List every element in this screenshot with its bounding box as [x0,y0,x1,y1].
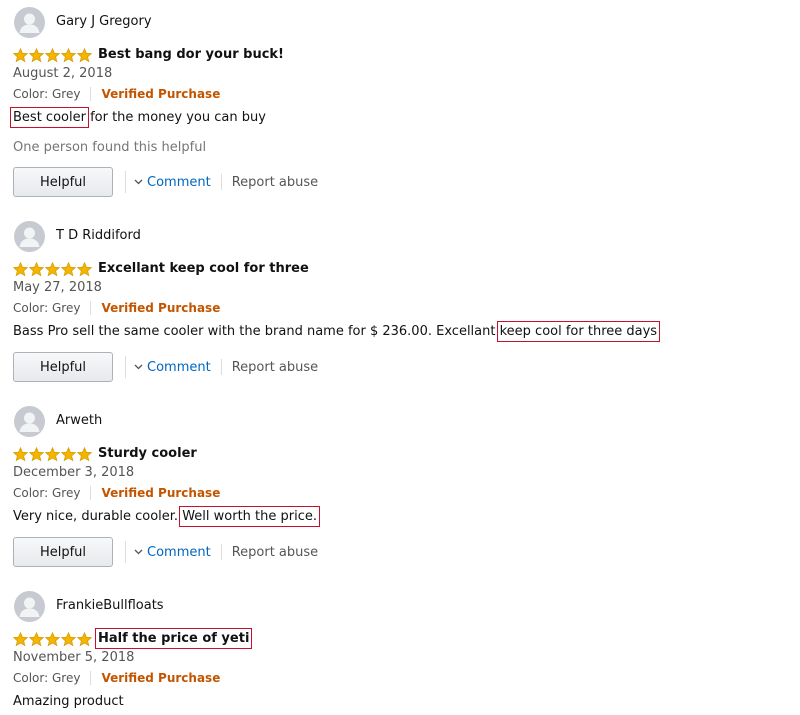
star-icon [61,262,76,277]
review-body: Very nice, durable cooler. Well worth th… [13,506,321,527]
review-meta: Color: Grey Verified Purchase [13,486,220,500]
verified-purchase-badge: Verified Purchase [101,87,221,101]
comment-link[interactable]: Comment [134,545,211,560]
highlighted-phrase: keep cool for three days [496,321,661,342]
review-title[interactable]: Half the price of yeti [94,628,253,649]
star-icon [45,447,60,462]
highlighted-phrase: Well worth the price. [179,506,321,527]
divider [220,544,222,560]
star-rating[interactable] [13,447,93,463]
star-icon [13,632,28,647]
review-author[interactable]: FrankieBullfloats [56,598,164,613]
helpful-button[interactable]: Helpful [13,537,113,567]
avatar [14,221,45,252]
star-icon [77,262,92,277]
star-icon [13,447,28,462]
star-icon [61,447,76,462]
helpful-button[interactable]: Helpful [13,167,113,197]
reviews-list: Gary J Gregory Best bang dor your buck! … [0,0,800,715]
chevron-down-icon [134,364,143,370]
review-author[interactable]: Gary J Gregory [56,14,152,29]
divider [125,541,126,563]
review: FrankieBullfloats Half the price of yeti… [0,584,800,715]
star-icon [77,48,92,63]
chevron-down-icon [134,549,143,555]
review-body: Amazing product [13,694,124,709]
star-icon [29,447,44,462]
star-icon [45,632,60,647]
divider [125,356,126,378]
review-title[interactable]: Excellant keep cool for three [98,261,309,276]
review-meta: Color: Grey Verified Purchase [13,87,220,101]
divider [90,671,92,685]
star-icon [45,48,60,63]
divider [90,486,92,500]
star-icon [61,632,76,647]
comment-label: Comment [147,359,211,375]
review-body: Bass Pro sell the same cooler with the b… [13,321,661,342]
avatar [14,406,45,437]
verified-purchase-badge: Verified Purchase [101,671,221,685]
helpful-button[interactable]: Helpful [13,352,113,382]
star-icon [77,447,92,462]
review-title[interactable]: Best bang dor your buck! [98,47,284,62]
chevron-down-icon [134,179,143,185]
star-icon [13,262,28,277]
divider [220,174,222,190]
divider [125,171,126,193]
star-icon [77,632,92,647]
comment-label: Comment [147,544,211,560]
verified-purchase-badge: Verified Purchase [101,301,221,315]
comment-link[interactable]: Comment [134,175,211,190]
divider [220,359,222,375]
avatar [14,7,45,38]
review-title[interactable]: Sturdy cooler [98,446,197,461]
review: Arweth Sturdy cooler December 3, 2018 Co… [0,399,800,599]
review-date: May 27, 2018 [13,280,102,295]
review-author[interactable]: T D Riddiford [56,228,141,243]
star-icon [61,48,76,63]
review-date: November 5, 2018 [13,650,135,665]
report-abuse-link[interactable]: Report abuse [232,360,318,375]
star-rating[interactable] [13,262,93,278]
report-abuse-link[interactable]: Report abuse [232,545,318,560]
review-actions: Helpful Comment Report abuse [13,352,318,382]
variant-color: Color: Grey [13,87,81,101]
helpful-count: One person found this helpful [13,140,207,155]
star-icon [29,48,44,63]
review-date: December 3, 2018 [13,465,135,480]
review-body: Best cooler for the money you can buy [10,107,266,128]
variant-color: Color: Grey [13,301,81,315]
highlighted-phrase: Best cooler [10,107,89,128]
review-meta: Color: Grey Verified Purchase [13,671,220,685]
review-author[interactable]: Arweth [56,413,102,428]
review-meta: Color: Grey Verified Purchase [13,301,220,315]
divider [90,87,92,101]
variant-color: Color: Grey [13,486,81,500]
star-icon [29,632,44,647]
variant-color: Color: Grey [13,671,81,685]
star-icon [45,262,60,277]
verified-purchase-badge: Verified Purchase [101,486,221,500]
report-abuse-link[interactable]: Report abuse [232,175,318,190]
review-body-text: Bass Pro sell the same cooler with the b… [13,324,500,339]
star-icon [29,262,44,277]
review: Gary J Gregory Best bang dor your buck! … [0,0,800,200]
review: T D Riddiford Excellant keep cool for th… [0,214,800,414]
star-icon [13,48,28,63]
avatar [14,591,45,622]
review-body-text: for the money you can buy [85,110,266,125]
review-date: August 2, 2018 [13,66,113,81]
star-rating[interactable] [13,48,93,64]
comment-link[interactable]: Comment [134,360,211,375]
divider [90,301,92,315]
review-body-text: Very nice, durable cooler. [13,509,183,524]
review-actions: Helpful Comment Report abuse [13,537,318,567]
comment-label: Comment [147,174,211,190]
review-actions: Helpful Comment Report abuse [13,167,318,197]
star-rating[interactable] [13,632,93,648]
